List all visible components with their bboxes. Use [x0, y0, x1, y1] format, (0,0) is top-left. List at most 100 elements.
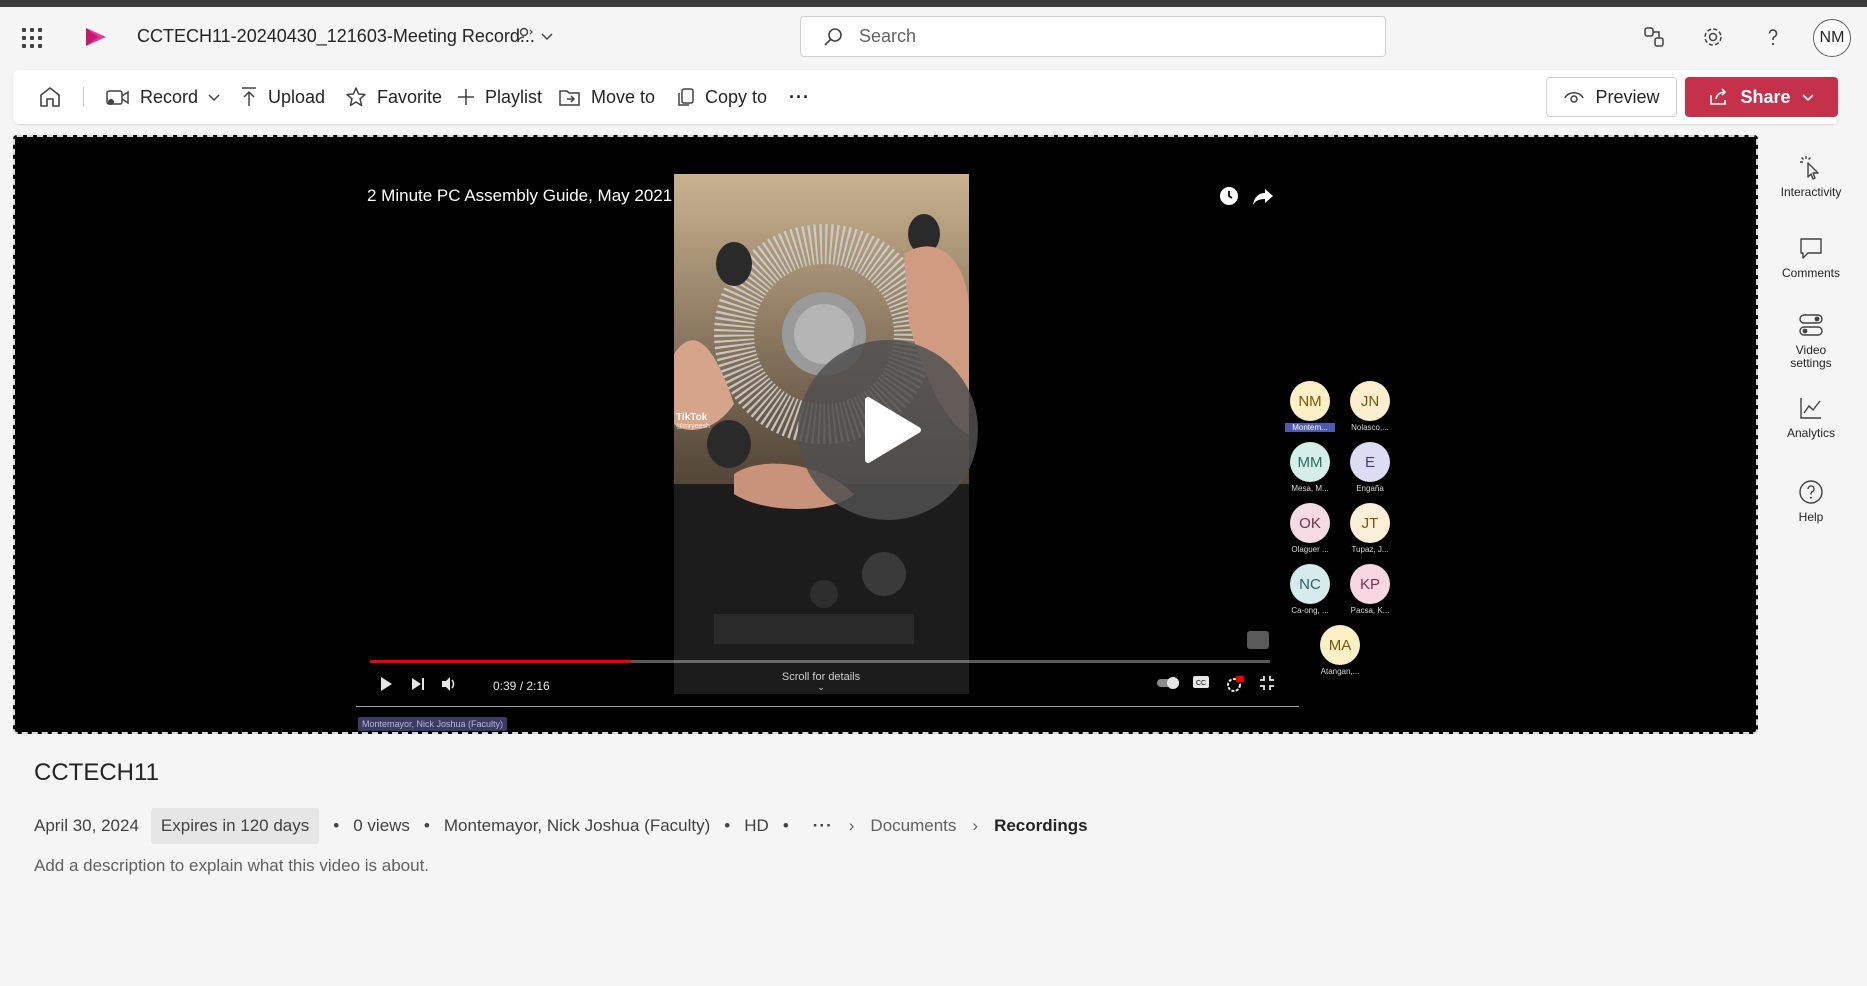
search-input[interactable]: Search [859, 26, 916, 47]
rail-interactivity[interactable]: Interactivity [1768, 154, 1854, 199]
upload-icon [242, 87, 256, 106]
watch-later-icon[interactable] [1218, 185, 1240, 207]
cursor-click-icon [1800, 156, 1819, 180]
record-camera-icon [106, 90, 129, 105]
volume-icon [442, 677, 455, 691]
help-icon[interactable] [1760, 24, 1786, 50]
emoji-reaction-icon[interactable] [1247, 631, 1269, 649]
home-icon [40, 87, 60, 107]
upload-date: April 30, 2024 [34, 816, 139, 835]
rail-help[interactable]: Help [1768, 479, 1854, 524]
view-count: 0 views [353, 816, 410, 835]
quality-badge: HD [744, 816, 769, 835]
rail-video-settings-label-2: settings [1790, 356, 1832, 370]
favorite-label: Favorite [377, 86, 443, 107]
progress-bar[interactable] [370, 660, 1270, 663]
search-icon [824, 27, 842, 46]
breadcrumb-recordings[interactable]: Recordings [994, 816, 1088, 836]
command-bar: Record Upload Favorite Playlist Move to … [13, 70, 1838, 124]
more-actions-button[interactable]: ··· [789, 70, 810, 124]
volume-button[interactable] [440, 675, 458, 693]
participant-avatar: MM [1290, 442, 1330, 482]
play-button[interactable] [378, 675, 394, 693]
help-circle-icon [1799, 480, 1823, 504]
breadcrumb-more[interactable]: ··· [813, 816, 833, 836]
participant-name: Montem... [1285, 423, 1335, 432]
participant-avatar: NC [1290, 564, 1330, 604]
participant-tile: NC Ca-ong, ... [1285, 564, 1335, 615]
move-to-button[interactable]: Move to [558, 70, 655, 124]
video-meta-row: April 30, 2024 Expires in 120 days • 0 v… [34, 808, 1088, 844]
chevron-down-icon [1801, 94, 1814, 102]
share-button[interactable]: Share [1685, 77, 1838, 117]
participant-avatar: OK [1290, 503, 1330, 543]
shared-with-button[interactable] [516, 24, 560, 48]
favorite-button[interactable]: Favorite [344, 70, 442, 124]
home-button[interactable] [37, 70, 63, 124]
participant-name: Engaña [1356, 484, 1384, 493]
settings-hd-button[interactable] [1225, 675, 1245, 693]
toggles-icon [1799, 314, 1823, 336]
gear-icon[interactable] [1700, 24, 1726, 50]
rail-video-settings-label-1: Video [1795, 343, 1827, 357]
participant-tile: JT Tupaz, J... [1345, 503, 1395, 554]
rail-comments[interactable]: Comments [1768, 235, 1854, 280]
stream-logo-icon [86, 28, 106, 46]
share-icon [1710, 88, 1727, 105]
user-avatar[interactable]: NM [1813, 19, 1851, 57]
copy-to-button[interactable]: Copy to [676, 70, 767, 124]
search-box[interactable]: Search [800, 16, 1386, 57]
participant-name: Pacsa, K... [1350, 606, 1390, 615]
preview-button[interactable]: Preview [1546, 77, 1677, 117]
participant-tile: KP Pacsa, K... [1345, 564, 1395, 615]
exit-fullscreen-button[interactable] [1259, 675, 1275, 691]
captions-icon: CC [1193, 676, 1209, 688]
video-heading: CCTECH11 [34, 759, 159, 786]
eye-icon [1564, 92, 1585, 103]
connections-icon[interactable] [1641, 24, 1667, 50]
participant-tile: MA Atangan,... [1315, 625, 1365, 676]
plus-icon [458, 89, 474, 105]
rail-video-settings[interactable]: Video settings [1768, 312, 1854, 370]
autoplay-toggle-icon [1157, 677, 1179, 689]
tiktok-label: TikTok [676, 412, 708, 423]
participant-tile: E Engaña [1345, 442, 1395, 493]
captions-button[interactable]: CC [1192, 675, 1210, 689]
app-launcher-icon[interactable] [20, 26, 44, 50]
record-button[interactable]: Record [105, 70, 221, 124]
rail-analytics-label: Analytics [1786, 426, 1836, 440]
upload-button[interactable]: Upload [239, 70, 325, 124]
file-title[interactable]: CCTECH11-20240430_121603-Meeting Record.… [137, 26, 535, 47]
owner-name[interactable]: Montemayor, Nick Joshua (Faculty) [444, 816, 710, 836]
participant-name: Atangan,... [1320, 667, 1360, 676]
skip-next-icon [412, 678, 424, 690]
participant-avatar: MA [1320, 625, 1360, 665]
meta-dot: • [333, 816, 340, 835]
move-to-label: Move to [591, 86, 656, 107]
move-folder-icon [559, 90, 580, 106]
video-player[interactable]: TikTok @mryeesh 2 Minute PC Assembly Gui… [13, 135, 1758, 734]
participant-name: Nolasco,... [1351, 423, 1389, 432]
upload-label: Upload [268, 86, 326, 107]
participant-tile: NM Montem... [1285, 381, 1335, 432]
preview-label: Preview [1595, 86, 1660, 107]
participant-avatar: JN [1350, 381, 1390, 421]
share-arrow-icon[interactable] [1251, 185, 1275, 207]
big-play-button[interactable] [798, 340, 978, 520]
rail-analytics[interactable]: Analytics [1768, 395, 1854, 440]
participant-name: Ca-ong, ... [1291, 606, 1329, 615]
description-field[interactable]: Add a description to explain what this v… [34, 856, 429, 876]
expiration-badge[interactable]: Expires in 120 days [150, 808, 320, 844]
playlist-button[interactable]: Playlist [456, 70, 542, 124]
next-button[interactable] [410, 675, 426, 693]
autoplay-toggle[interactable] [1155, 675, 1183, 691]
breadcrumb-documents[interactable]: Documents [870, 816, 956, 836]
meta-dot: • [724, 816, 731, 835]
play-icon [381, 677, 392, 691]
progress-fill [370, 660, 631, 663]
chart-line-icon [1800, 398, 1821, 419]
scroll-for-details[interactable]: Scroll for details ⌄ [766, 671, 876, 692]
timecode: 0:39 / 2:16 [493, 679, 550, 693]
participant-name: Mesa, M... [1291, 484, 1329, 493]
play-icon [865, 397, 921, 463]
